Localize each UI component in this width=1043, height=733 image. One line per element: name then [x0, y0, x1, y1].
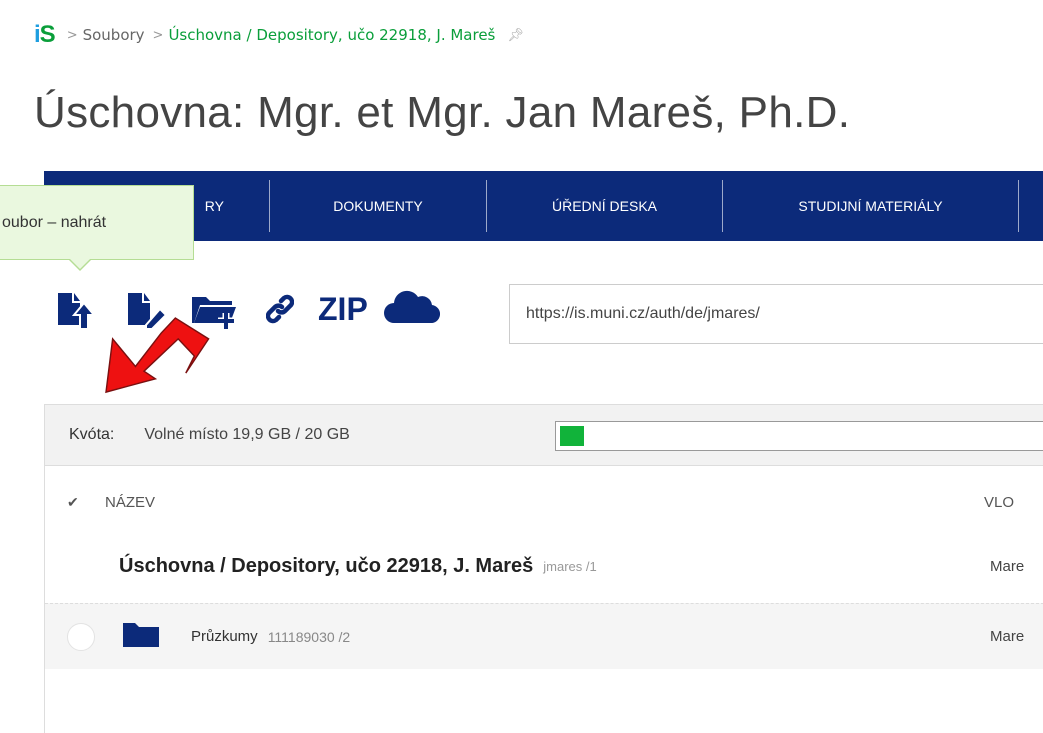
breadcrumb: iS > Soubory > Úschovna / Depository, uč…: [34, 21, 524, 49]
quota-text: Volné místo 19,9 GB / 20 GB: [144, 426, 350, 443]
tooltip-pointer: [68, 258, 92, 271]
breadcrumb-item-current: Úschovna / Depository, učo 22918, J. Mar…: [168, 26, 496, 44]
folder-name-link[interactable]: Průzkumy: [191, 628, 258, 645]
quota-progress-fill: [560, 426, 584, 446]
page-title: Úschovna: Mgr. et Mgr. Jan Mareš, Ph.D.: [34, 88, 851, 137]
check-icon[interactable]: ✔: [67, 494, 85, 511]
table-row[interactable]: Průzkumy 111189030 /2 Mare: [45, 603, 1043, 669]
current-folder-owner: Mare: [990, 557, 1025, 575]
quota-row: Kvóta: Volné místo 19,9 GB / 20 GB: [45, 404, 1043, 466]
folder-icon[interactable]: [123, 621, 159, 652]
breadcrumb-separator: >: [66, 27, 78, 43]
annotation-arrow-icon: [105, 317, 210, 394]
nav-item-uredni-deska[interactable]: ÚŘEDNÍ DESKA: [487, 171, 722, 241]
current-folder-title: Úschovna / Depository, učo 22918, J. Mar…: [119, 554, 534, 577]
breadcrumb-item-soubory[interactable]: Soubory: [83, 26, 145, 44]
table-header: ✔ NÁZEV VLO: [45, 484, 1043, 520]
current-folder-row: Úschovna / Depository, učo 22918, J. Mar…: [45, 544, 1043, 588]
zip-download-button[interactable]: ZIP: [318, 291, 368, 328]
nav-divider: [1018, 180, 1019, 232]
file-upload-icon[interactable]: [52, 289, 100, 329]
link-icon[interactable]: [266, 293, 294, 325]
current-folder-meta: jmares /1: [543, 558, 597, 574]
column-header-vlozil[interactable]: VLO: [984, 494, 1014, 511]
quota-progress-bar: [555, 421, 1043, 451]
upload-tooltip: oubor – nahrát: [0, 185, 194, 260]
quota-label: Kvóta:: [69, 426, 115, 443]
file-list-panel: Kvóta: Volné místo 19,9 GB / 20 GB ✔ NÁZ…: [44, 404, 1043, 733]
is-logo[interactable]: iS: [34, 21, 56, 49]
row-select-radio[interactable]: [67, 622, 95, 651]
nav-item-studijni-materialy[interactable]: STUDIJNÍ MATERIÁLY: [723, 171, 1018, 241]
column-header-name[interactable]: NÁZEV: [105, 494, 155, 511]
nav-item-dokumenty[interactable]: DOKUMENTY: [270, 171, 486, 241]
folder-url-field[interactable]: [509, 284, 1043, 344]
pin-icon[interactable]: 📌︎: [507, 28, 524, 43]
cloud-icon[interactable]: [382, 289, 440, 329]
breadcrumb-separator: >: [152, 27, 164, 43]
folder-meta: 111189030 /2: [267, 628, 351, 645]
row-owner: Mare: [990, 628, 1025, 645]
